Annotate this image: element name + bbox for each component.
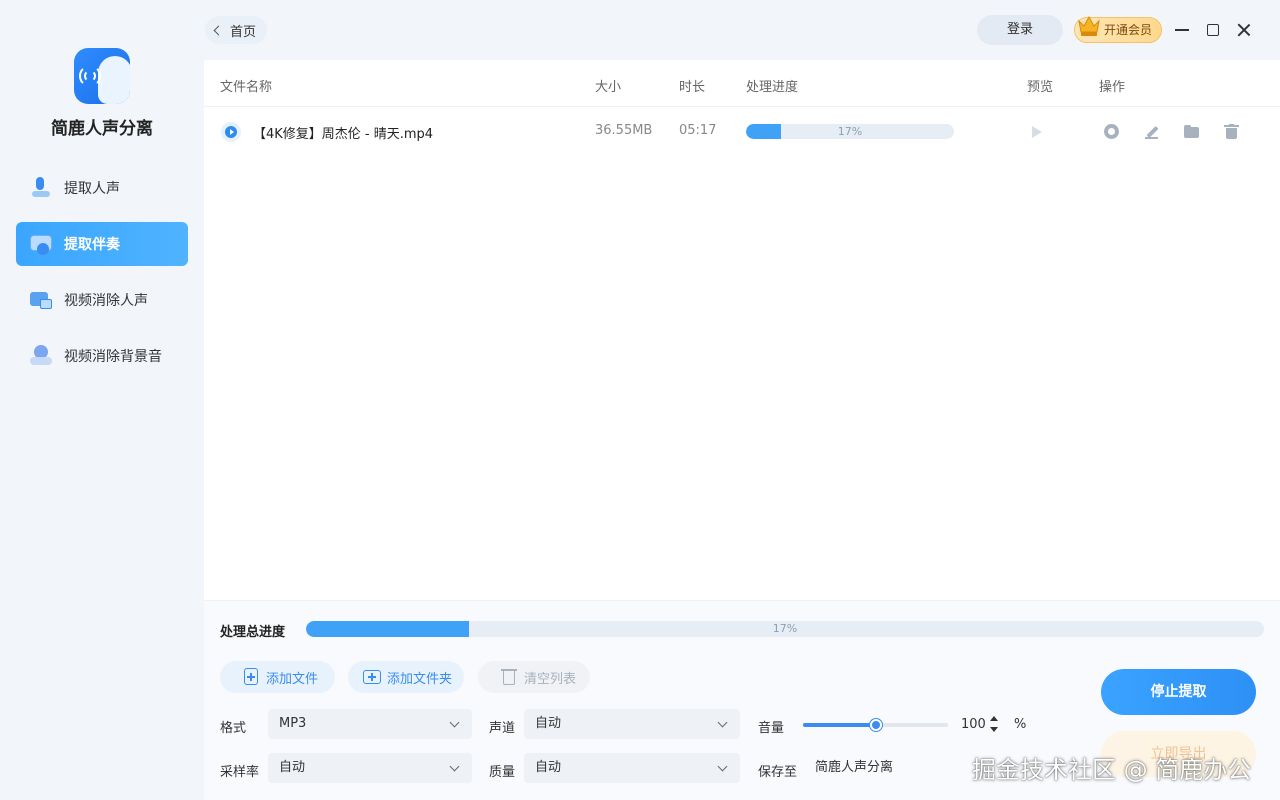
sidebar-item-label: 视频消除人声 — [64, 293, 148, 309]
progress-text: 17% — [837, 125, 863, 138]
chevron-down-icon — [717, 717, 728, 728]
sidebar-item-extract-vocals[interactable]: 提取人声 — [16, 166, 188, 210]
volume-label: 音量 — [758, 721, 785, 736]
total-progress-label: 处理总进度 — [220, 625, 286, 640]
back-home-button[interactable]: 首页 — [205, 16, 267, 44]
divider — [204, 106, 1280, 107]
file-progress-bar: 17% — [746, 124, 954, 139]
preview-play-icon[interactable] — [1032, 126, 1042, 138]
sidebar-item-label: 视频消除背景音 — [64, 349, 162, 365]
chevron-down-icon — [449, 761, 460, 772]
play-icon[interactable] — [221, 122, 241, 142]
sample-rate-value: 自动 — [279, 760, 306, 775]
sample-rate-select[interactable]: 自动 — [268, 753, 472, 783]
format-label: 格式 — [220, 721, 247, 736]
chevron-left-icon — [213, 25, 224, 35]
clear-list-button[interactable]: 清空列表 — [478, 661, 590, 693]
channel-label: 声道 — [489, 721, 516, 736]
sidebar-item-label: 提取人声 — [64, 181, 120, 197]
mic-icon — [30, 177, 52, 199]
back-label: 首页 — [230, 24, 257, 40]
quality-value: 自动 — [535, 760, 562, 775]
video-icon — [30, 289, 52, 311]
column-header-duration: 时长 — [679, 80, 706, 95]
app-name: 简鹿人声分离 — [51, 119, 153, 139]
edit-pen-icon[interactable] — [1144, 124, 1159, 139]
chevron-up-icon — [990, 716, 998, 721]
volume-unit: % — [1014, 717, 1027, 732]
add-file-icon — [242, 668, 260, 686]
settings-gear-icon[interactable] — [1104, 124, 1119, 139]
volume-slider-handle[interactable] — [869, 719, 882, 731]
channel-select[interactable]: 自动 — [524, 709, 740, 739]
chevron-down-icon — [449, 717, 460, 728]
sidebar-item-video-remove-bg[interactable]: 视频消除背景音 — [16, 334, 188, 378]
watermark: 掘金技术社区 @ 简鹿办公 — [972, 756, 1252, 784]
app-logo — [74, 48, 130, 104]
clear-list-label: 清空列表 — [524, 671, 577, 687]
trash-icon — [500, 668, 518, 686]
maximize-button[interactable] — [1205, 22, 1221, 38]
column-header-name: 文件名称 — [220, 80, 273, 95]
file-name: 【4K修复】周杰伦 - 晴天.mp4 — [253, 127, 434, 142]
file-size: 36.55MB — [595, 123, 653, 138]
sample-rate-label: 采样率 — [220, 765, 260, 780]
add-folder-button[interactable]: 添加文件夹 — [348, 661, 464, 693]
volume-stepper[interactable] — [990, 715, 998, 735]
format-value: MP3 — [279, 716, 307, 731]
accompaniment-icon — [30, 233, 52, 255]
channel-value: 自动 — [535, 716, 562, 731]
save-to-label: 保存至 — [758, 765, 798, 780]
add-folder-label: 添加文件夹 — [387, 671, 453, 687]
folder-icon[interactable] — [1184, 124, 1199, 139]
crown-icon — [1078, 15, 1100, 36]
sidebar-item-extract-accompaniment[interactable]: 提取伴奏 — [16, 222, 188, 266]
stop-extract-button[interactable]: 停止提取 — [1101, 669, 1256, 715]
delete-trash-icon[interactable] — [1224, 124, 1239, 139]
column-header-actions: 操作 — [1099, 80, 1126, 95]
quality-label: 质量 — [489, 765, 516, 780]
add-folder-icon — [363, 668, 381, 686]
add-file-label: 添加文件 — [266, 671, 319, 687]
sidebar-item-label: 提取伴奏 — [64, 237, 120, 253]
file-duration: 05:17 — [679, 123, 717, 138]
chevron-down-icon — [717, 761, 728, 772]
chevron-down-icon — [990, 727, 998, 732]
close-button[interactable] — [1236, 22, 1252, 38]
minimize-icon — [1175, 29, 1189, 31]
maximize-icon — [1207, 24, 1219, 36]
login-button[interactable]: 登录 — [977, 15, 1063, 45]
column-header-size: 大小 — [595, 80, 622, 95]
total-progress-text: 17% — [772, 622, 798, 635]
sidebar-item-video-remove-vocals[interactable]: 视频消除人声 — [16, 278, 188, 322]
volume-slider-fill — [803, 723, 876, 727]
column-header-preview: 预览 — [1027, 80, 1054, 95]
sidebar: 简鹿人声分离 提取人声 提取伴奏 视频消除人声 视频消除背景音 — [0, 0, 204, 800]
minimize-button[interactable] — [1174, 22, 1190, 38]
quality-select[interactable]: 自动 — [524, 753, 740, 783]
total-progress-bar: 17% — [306, 621, 1264, 637]
format-select[interactable]: MP3 — [268, 709, 472, 739]
column-header-progress: 处理进度 — [746, 80, 799, 95]
add-file-button[interactable]: 添加文件 — [220, 661, 335, 693]
bg-sound-icon — [30, 345, 52, 367]
